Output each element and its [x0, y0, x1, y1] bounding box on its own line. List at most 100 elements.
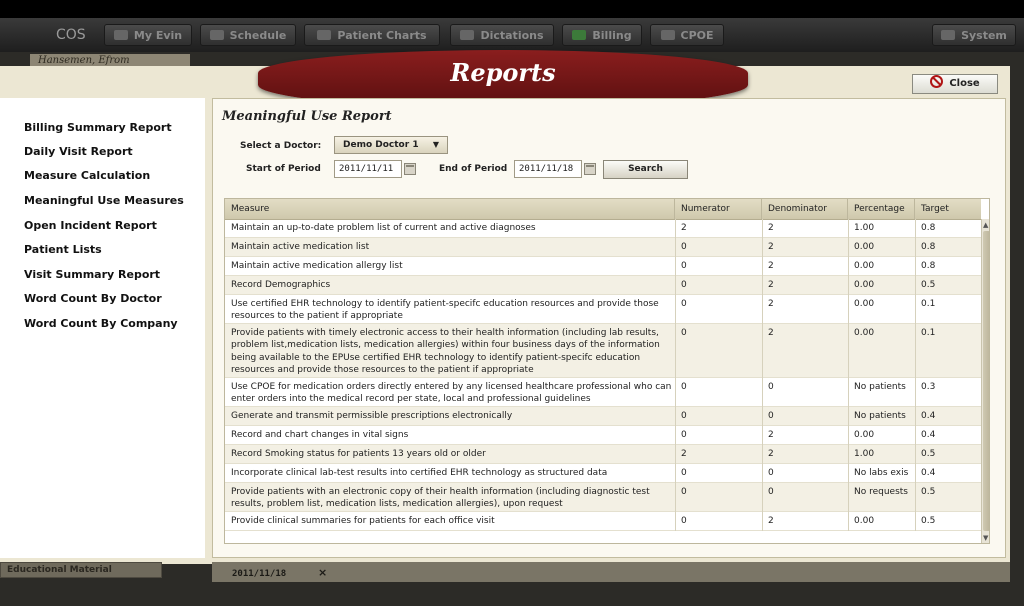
scroll-down-icon[interactable]: ▼: [983, 534, 988, 542]
table-cell-measure: Record and chart changes in vital signs: [231, 430, 409, 440]
sidebar-item-open-incident-report[interactable]: Open Incident Report: [24, 219, 157, 232]
table-cell-tgt: 0.4: [921, 430, 936, 440]
calendar-icon[interactable]: [584, 163, 596, 175]
table-row[interactable]: Maintain active medication list 0 2 0.00 0.8: [225, 238, 981, 257]
column-divider: [675, 295, 676, 324]
table-cell-pct: 0.00: [854, 328, 875, 338]
sidebar-item-word-count-by-company[interactable]: Word Count By Company: [24, 317, 178, 330]
sidebar-item-meaningful-use-measures[interactable]: Meaningful Use Measures: [24, 194, 184, 207]
table-cell-measure: Provide patients with timely electronic …: [231, 328, 660, 376]
table-row[interactable]: Record and chart changes in vital signs 0…: [225, 426, 981, 445]
close-icon: [930, 75, 944, 88]
nav-system[interactable]: System: [932, 24, 1016, 46]
table-cell-num: 0: [681, 516, 687, 526]
scroll-up-icon[interactable]: ▲: [983, 221, 988, 229]
column-divider: [915, 426, 916, 445]
column-divider: [762, 378, 763, 407]
table-row[interactable]: Provide patients with timely electronic …: [225, 324, 981, 378]
sidebar-item-visit-summary-report[interactable]: Visit Summary Report: [24, 268, 160, 281]
sidebar-item-measure-calculation[interactable]: Measure Calculation: [24, 169, 150, 182]
column-divider: [915, 324, 916, 378]
table-cell-num: 2: [681, 223, 687, 233]
table-row[interactable]: Maintain active medication allergy list 0…: [225, 257, 981, 276]
column-divider: [915, 276, 916, 295]
table-cell-den: 2: [768, 242, 774, 252]
table-row[interactable]: Provide clinical summaries for patients …: [225, 512, 981, 531]
table-cell-measure: Provide clinical summaries for patients …: [231, 516, 495, 526]
nav-schedule[interactable]: Schedule: [200, 24, 296, 46]
column-divider: [675, 257, 676, 276]
column-divider: [675, 238, 676, 257]
table-cell-measure: Generate and transmit permissible prescr…: [231, 411, 513, 421]
table-cell-den: 2: [768, 449, 774, 459]
end-date-input[interactable]: 2011/11/18: [514, 160, 582, 178]
column-divider: [915, 295, 916, 324]
nav-billing[interactable]: Billing: [562, 24, 642, 46]
search-button[interactable]: Search: [603, 160, 688, 179]
table-cell-measure: Provide patients with an electronic copy…: [231, 487, 650, 510]
column-divider: [762, 464, 763, 483]
doctor-label: Select a Doctor:: [240, 141, 322, 151]
table-cell-pct: 1.00: [854, 449, 875, 459]
table-row[interactable]: Use certified EHR technology to identify…: [225, 295, 981, 324]
table-cell-pct: 0.00: [854, 516, 875, 526]
nav-cpoe[interactable]: CPOE: [650, 24, 724, 46]
table-cell-den: 2: [768, 299, 774, 309]
table-cell-pct: No patients: [854, 411, 906, 421]
calendar-icon: [209, 30, 224, 40]
table-row[interactable]: Generate and transmit permissible prescr…: [225, 407, 981, 426]
col-target[interactable]: Target: [915, 199, 981, 219]
nav-patient-charts[interactable]: Patient Charts: [304, 24, 440, 46]
table-row[interactable]: Maintain an up-to-date problem list of c…: [225, 219, 981, 238]
table-cell-measure: Maintain an up-to-date problem list of c…: [231, 223, 536, 233]
vertical-scrollbar[interactable]: ▲ ▼: [981, 219, 989, 543]
app-brand: COS: [56, 27, 86, 43]
column-divider: [915, 407, 916, 426]
column-divider: [675, 445, 676, 464]
nav-my-evin[interactable]: My Evin: [104, 24, 192, 46]
table-cell-tgt: 0.1: [921, 328, 936, 338]
column-divider: [675, 407, 676, 426]
home-icon: [113, 30, 128, 40]
start-date-input[interactable]: 2011/11/11: [334, 160, 402, 178]
column-divider: [848, 257, 849, 276]
sidebar-item-daily-visit-report[interactable]: Daily Visit Report: [24, 145, 133, 158]
close-tab-icon[interactable]: ×: [318, 566, 327, 579]
table-cell-measure: Maintain active medication list: [231, 242, 370, 252]
table-cell-measure: Use CPOE for medication orders directly …: [231, 382, 672, 405]
close-button[interactable]: Close: [912, 74, 998, 94]
money-icon: [572, 30, 587, 40]
table-cell-measure: Incorporate clinical lab-test results in…: [231, 468, 608, 478]
col-measure[interactable]: Measure: [225, 199, 675, 219]
table-cell-pct: No labs exis: [854, 468, 909, 478]
sidebar-item-patient-lists[interactable]: Patient Lists: [24, 243, 102, 256]
educational-material-tab[interactable]: Educational Material: [0, 562, 162, 578]
table-row[interactable]: Incorporate clinical lab-test results in…: [225, 464, 981, 483]
calendar-icon[interactable]: [404, 163, 416, 175]
table-cell-num: 0: [681, 261, 687, 271]
table-row[interactable]: Record Demographics 0 2 0.00 0.5: [225, 276, 981, 295]
table-cell-den: 0: [768, 487, 774, 497]
table-row[interactable]: Provide patients with an electronic copy…: [225, 483, 981, 512]
table-cell-tgt: 0.3: [921, 382, 936, 392]
column-divider: [762, 512, 763, 531]
column-divider: [915, 257, 916, 276]
column-divider: [915, 483, 916, 512]
nav-dictations[interactable]: Dictations: [450, 24, 554, 46]
table-cell-tgt: 0.1: [921, 299, 936, 309]
table-cell-tgt: 0.8: [921, 242, 936, 252]
table-row[interactable]: Use CPOE for medication orders directly …: [225, 378, 981, 407]
column-divider: [675, 378, 676, 407]
column-divider: [848, 483, 849, 512]
col-numerator[interactable]: Numerator: [675, 199, 762, 219]
table-row[interactable]: Record Smoking status for patients 13 ye…: [225, 445, 981, 464]
table-cell-tgt: 0.8: [921, 223, 936, 233]
col-percentage[interactable]: Percentage: [848, 199, 915, 219]
doctor-select[interactable]: Demo Doctor 1 ▼: [334, 136, 448, 154]
scrollbar-thumb[interactable]: [983, 231, 989, 531]
sidebar-item-billing-summary-report[interactable]: Billing Summary Report: [24, 121, 172, 134]
microphone-icon: [460, 30, 475, 40]
end-period-label: End of Period: [439, 164, 508, 174]
col-denominator[interactable]: Denominator: [762, 199, 848, 219]
sidebar-item-word-count-by-doctor[interactable]: Word Count By Doctor: [24, 292, 162, 305]
